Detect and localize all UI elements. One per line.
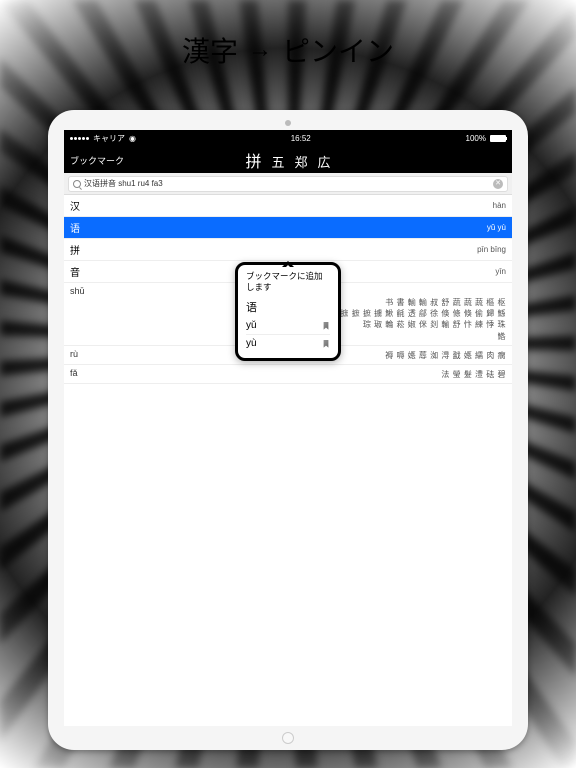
tablet-frame: キャリア ◉ 16:52 100% ブックマーク 拼 五 郑 広 汉 [48,110,528,750]
row-char: 语 [70,220,80,235]
char-row-chars: 褥 嗕 嫕 蓐 洳 淂 戤 嫕 繻 肉 瘸 [385,350,506,361]
battery-pct: 100% [466,134,486,143]
popup-item-label: yù [246,338,257,349]
row-char: 汉 [70,198,80,213]
status-time: 16:52 [291,134,311,143]
nav-tabs: 拼 五 郑 広 [245,148,330,172]
char-row-chars: 法 瑩 髮 澧 砝 碧 [441,369,506,380]
result-row-selected[interactable]: 语 yǔ yù [64,217,512,239]
carrier-label: キャリア [93,133,125,144]
screen: キャリア ◉ 16:52 100% ブックマーク 拼 五 郑 広 汉 [64,130,512,726]
char-row[interactable]: fǎ 法 瑩 髮 澧 砝 碧 [64,365,512,384]
bookmark-icon [322,322,330,330]
search-row: 汉语拼音 shu1 ru4 fa3 ✕ [64,173,512,195]
row-pinyin: hàn [80,201,506,210]
battery-icon [490,135,506,142]
search-icon [73,180,81,188]
bookmark-popup: ブックマークに追加します 语 yǔ yù [235,262,341,361]
signal-icon [70,137,89,140]
status-bar: キャリア ◉ 16:52 100% [64,130,512,147]
tab-guang[interactable]: 広 [318,152,331,171]
result-row[interactable]: 汉 hàn [64,195,512,217]
tab-wubi[interactable]: 五 [271,152,284,171]
banner: 漢字 → ピンイン [0,30,576,70]
clear-icon[interactable]: ✕ [493,179,503,189]
tab-pinyin[interactable]: 拼 [245,148,261,172]
tab-zheng[interactable]: 郑 [295,152,308,171]
banner-right: ピンイン [282,30,394,70]
popup-item[interactable]: yǔ [246,317,330,334]
popup-char: 语 [246,297,330,317]
row-pinyin: yǔ yù [80,223,506,232]
row-char: 音 [70,264,80,279]
back-button[interactable]: ブックマーク [70,154,124,167]
popup-item-label: yǔ [246,320,257,331]
char-row-pinyin: rù [70,349,78,361]
row-pinyin: pīn bīng [80,245,506,254]
wifi-icon: ◉ [129,134,136,143]
arrow-right-icon: → [248,36,272,64]
popup-item[interactable]: yù [246,334,330,352]
search-value: 汉语拼音 shu1 ru4 fa3 [84,178,490,189]
char-row-pinyin: fǎ [70,368,78,380]
search-input[interactable]: 汉语拼音 shu1 ru4 fa3 ✕ [68,176,508,192]
bookmark-icon [322,340,330,348]
popup-title: ブックマークに追加します [246,271,330,293]
row-char: 拼 [70,242,80,257]
nav-bar: ブックマーク 拼 五 郑 広 [64,147,512,173]
camera-dot [285,120,291,126]
home-button[interactable] [282,732,294,744]
banner-left: 漢字 [182,30,238,70]
